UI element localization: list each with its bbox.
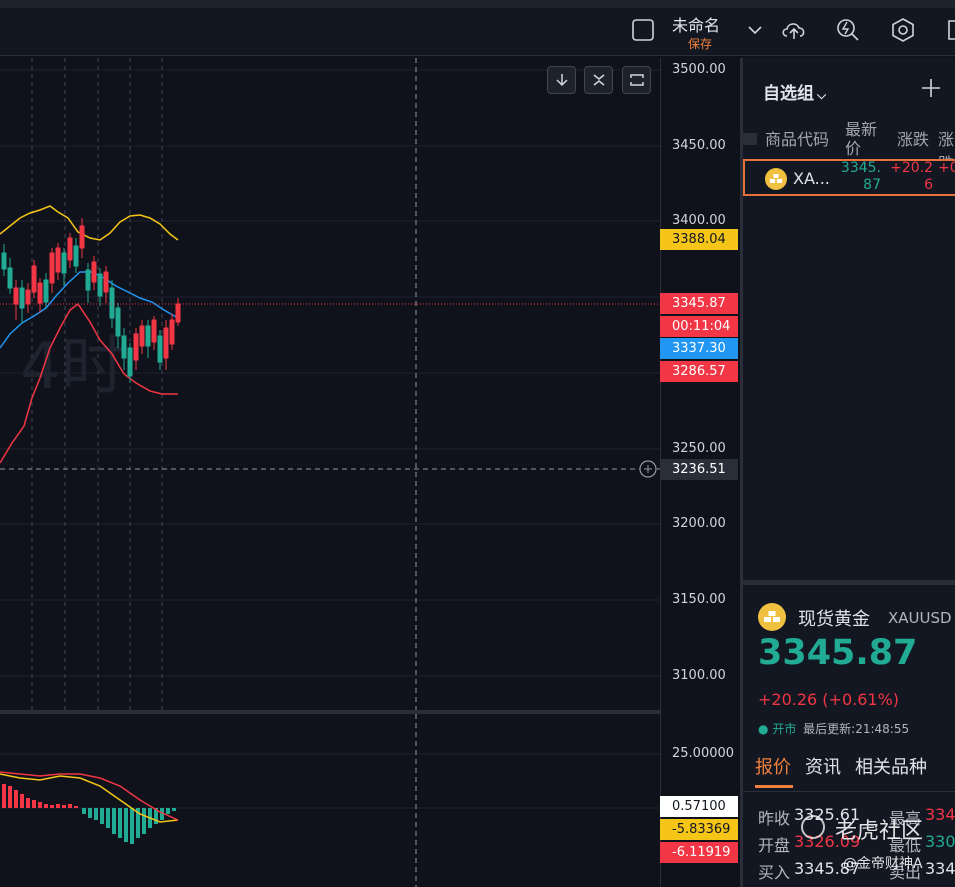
status-dot-icon: ● (758, 722, 769, 736)
chevron-down-icon[interactable] (742, 17, 768, 43)
stat-prev-close-label: 昨收 (758, 809, 791, 828)
macd-histogram-up (2, 784, 78, 808)
price-change: +20.26 (+0.61%) (758, 690, 900, 709)
upper-band-tag: 3388.04 (660, 229, 738, 250)
row-price-line2: 87 (863, 177, 881, 193)
crosshair-price-tag: 3236.51 (660, 459, 738, 480)
interval-watermark: 4时 (20, 330, 125, 404)
status-text: 开市 (772, 722, 797, 736)
main-chart[interactable]: 4时 (0, 58, 660, 710)
active-tab-indicator (755, 785, 793, 788)
gold-icon (765, 168, 787, 190)
stat-low-value: 3301 (925, 832, 955, 851)
macd-hist-tag: 0.57100 (660, 796, 738, 817)
tab-divider (743, 791, 955, 792)
axis-tick: 3150.00 (672, 592, 726, 607)
select-all-checkbox[interactable] (743, 133, 757, 145)
chevron-down-icon: ⌵ (817, 88, 827, 102)
tab-quote[interactable]: 报价 (755, 753, 791, 779)
symbol-ticker: XAUUSD (888, 609, 952, 627)
axis-tick: 3100.00 (672, 668, 726, 683)
row-change-pct: +0 (938, 160, 955, 176)
bar-countdown-tag: 00:11:04 (660, 316, 738, 337)
main-chart-pane[interactable]: 4时 (0, 58, 660, 710)
stat-ask-value: 3346 (925, 859, 955, 878)
market-status: ● 开市 最后更新:21:48:55 (758, 720, 909, 737)
maximize-button[interactable] (622, 66, 651, 94)
column-change[interactable]: 涨跌 (897, 126, 929, 150)
collapse-button[interactable] (584, 66, 613, 94)
tab-related[interactable]: 相关品种 (855, 753, 927, 779)
axis-tick: 3500.00 (672, 62, 726, 77)
tab-news[interactable]: 资讯 (805, 753, 841, 779)
watchlist-panel: 自选组⌵ 商品代码 最新价 涨跌 涨跌 XA... 3345. 87 +20.2… (743, 58, 955, 580)
stat-high-value: 3349 (925, 805, 955, 824)
scroll-down-button[interactable] (547, 66, 576, 94)
layout-name[interactable]: 未命名 (672, 12, 720, 36)
overlay-title: 老虎社区 (835, 819, 924, 844)
symbol-details-panel: 现货黄金 XAUUSD 3345.87 +20.26 (+0.61%) ● 开市… (743, 585, 955, 887)
row-change-line2: 6 (924, 177, 933, 193)
top-toolbar: 未命名 保存 (0, 0, 955, 56)
lower-band-tag: 3286.57 (660, 361, 738, 382)
axis-tick: 3200.00 (672, 516, 726, 531)
row-change: +20.2 6 (887, 160, 933, 194)
column-last[interactable]: 最新价 (845, 120, 885, 158)
row-change-line1: +20.2 (890, 160, 933, 176)
window-strip (0, 0, 955, 8)
row-price-line1: 3345. (840, 160, 881, 176)
watchlist-title[interactable]: 自选组 ⌵ (763, 79, 826, 104)
column-symbol[interactable]: 商品代码 (765, 126, 829, 150)
tiger-logo-icon (801, 815, 825, 839)
last-update: 最后更新:21:48:55 (803, 722, 910, 736)
last-price-tag: 3345.87 (660, 293, 738, 314)
macd-dif-tag: -6.11919 (660, 842, 738, 863)
crosshair-plus-icon (639, 460, 657, 478)
current-price: 3345.87 (758, 633, 918, 673)
stat-open-label: 开盘 (758, 836, 791, 855)
upper-band-line (0, 205, 179, 241)
cloud-upload-icon[interactable] (780, 17, 806, 43)
macd-dea-tag: -5.83369 (660, 819, 738, 840)
layout-square-icon[interactable] (630, 17, 656, 43)
axis-tick: 3250.00 (672, 441, 726, 456)
row-price: 3345. 87 (837, 160, 881, 194)
macd-chart[interactable] (0, 714, 660, 887)
row-symbol: XA... (793, 169, 830, 188)
fullscreen-icon[interactable] (940, 17, 955, 43)
axis-tick: 25.00000 (672, 746, 735, 761)
symbol-name: 现货黄金 (798, 609, 870, 630)
add-symbol-icon[interactable] (920, 77, 942, 103)
watchlist-row[interactable]: XA... 3345. 87 +20.2 6 +0 (743, 159, 955, 196)
axis-tick: 3400.00 (672, 213, 726, 228)
save-label[interactable]: 保存 (688, 35, 712, 52)
stat-bid-label: 买入 (758, 863, 791, 882)
axis-tick: 3450.00 (672, 138, 726, 153)
watchlist-title-text: 自选组 (763, 84, 814, 104)
overlay-author: @金帝财神A (843, 856, 923, 872)
gold-icon (758, 603, 786, 631)
macd-pane[interactable] (0, 714, 660, 887)
middle-band-tag: 3337.30 (660, 338, 738, 359)
quick-search-icon[interactable] (835, 17, 861, 43)
settings-icon[interactable] (890, 17, 916, 43)
